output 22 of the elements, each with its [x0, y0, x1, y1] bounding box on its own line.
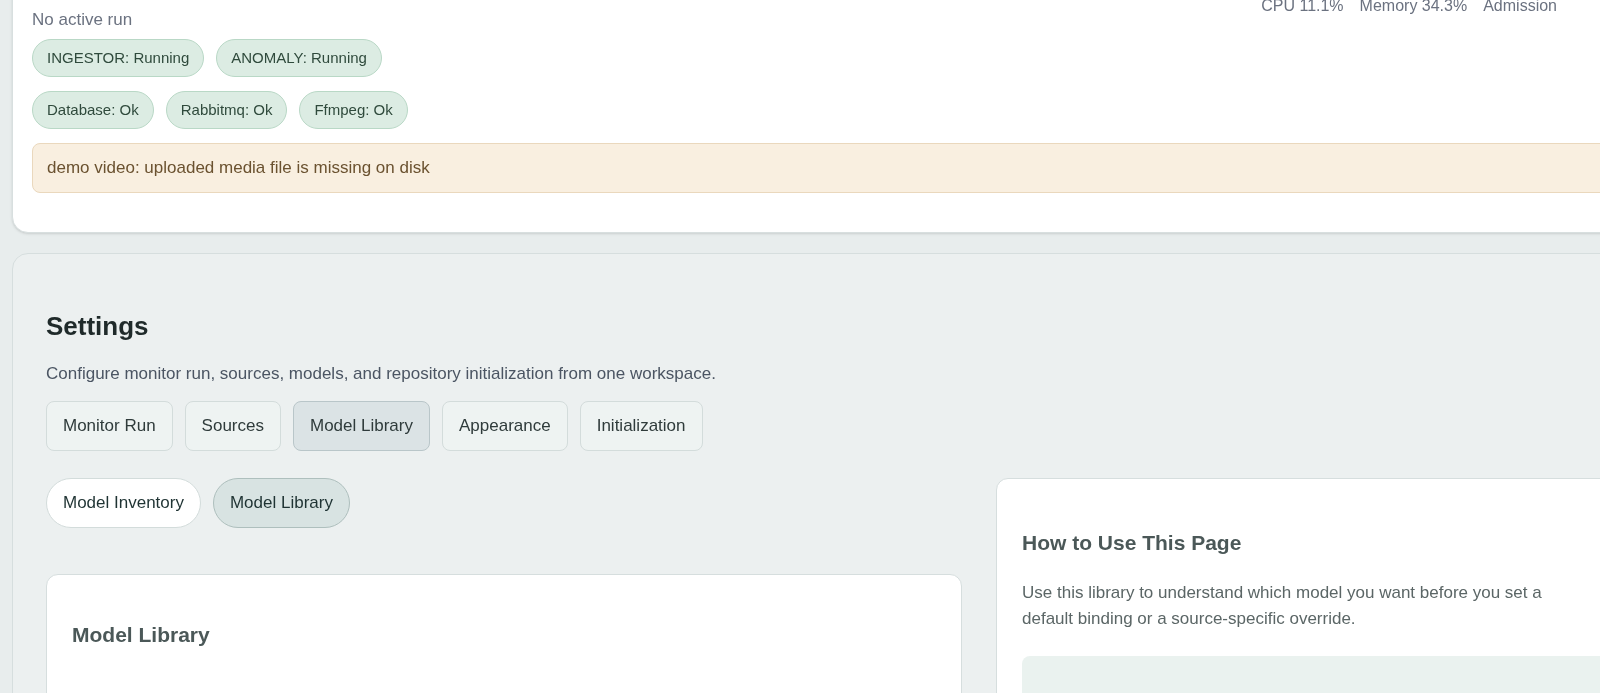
- subtab-pill[interactable]: Model Library: [212, 477, 350, 528]
- settings-description: Configure monitor run, sources, models, and repository initialization from one workspace.: [46, 363, 717, 385]
- subtab-pill[interactable]: Model Inventory: [46, 477, 201, 528]
- settings-title: Settings: [46, 310, 150, 343]
- settings-tab[interactable]: Appearance: [442, 400, 568, 451]
- settings-tab[interactable]: Sources: [184, 400, 281, 451]
- warning-banner: demo video: uploaded media file is missing on disk: [32, 143, 1600, 193]
- settings-tab[interactable]: Model Library: [293, 400, 430, 451]
- settings-tab[interactable]: Initialization: [579, 400, 703, 451]
- run-status: No active run: [32, 9, 133, 31]
- dependency-status-badge: Ffmpeg: Ok: [299, 91, 408, 129]
- metric-text: Admission: [1483, 0, 1557, 16]
- dependency-status-badge: Rabbitmq: Ok: [165, 91, 288, 129]
- metric-text: Memory 34.3%: [1359, 0, 1468, 16]
- dependency-status-badge: Database: Ok: [32, 91, 154, 129]
- card-title: Model Library: [72, 621, 211, 648]
- service-status-badge: INGESTOR: Running: [32, 39, 205, 77]
- help-title: How to Use This Page: [1022, 529, 1243, 556]
- metric-text: CPU 11.1%: [1261, 0, 1344, 16]
- help-text: Use this library to understand which model you want before you set a default binding or a source-specific override.: [1022, 582, 1543, 630]
- settings-tab[interactable]: Monitor Run: [46, 400, 173, 451]
- service-status-badge: ANOMALY: Running: [216, 39, 382, 77]
